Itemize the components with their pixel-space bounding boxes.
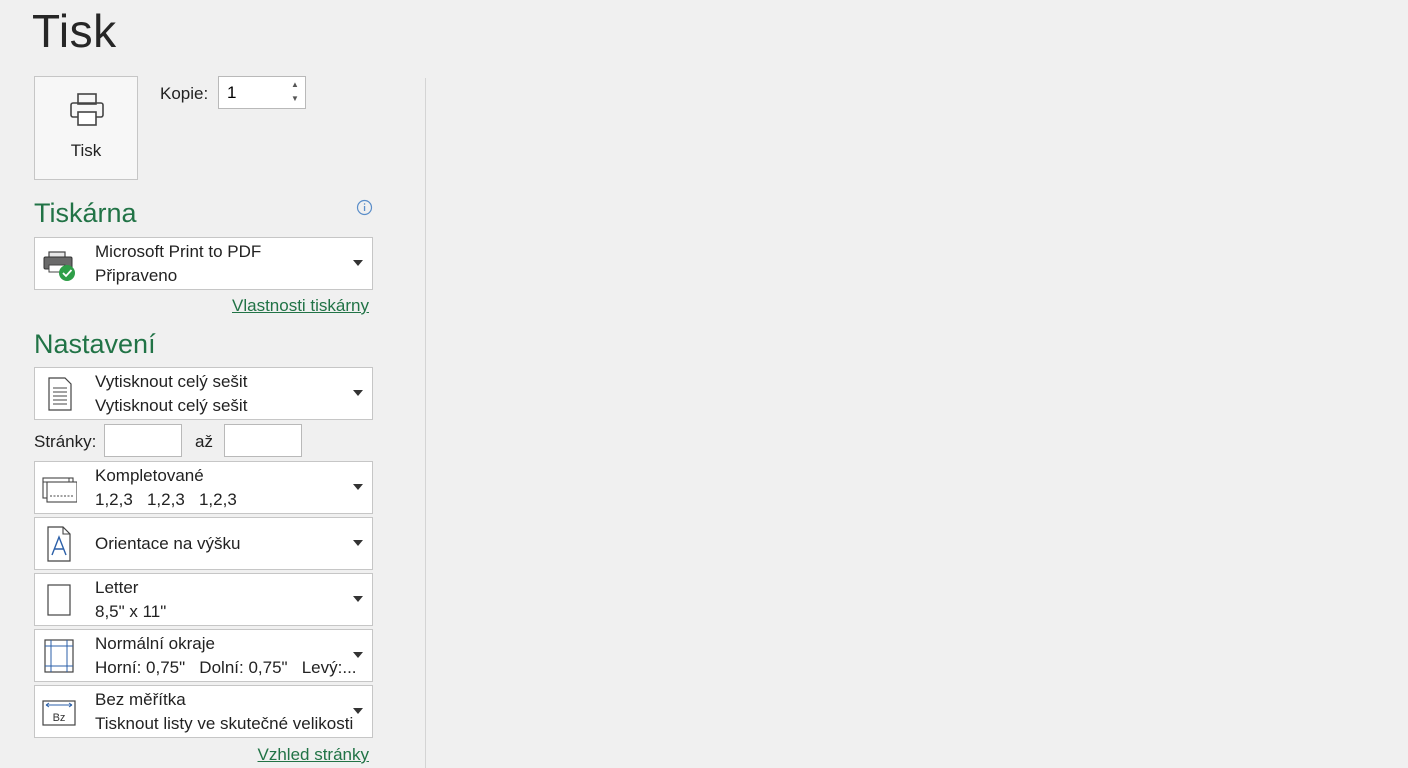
collated-pages-icon [42, 477, 77, 503]
copies-down-arrow-icon[interactable]: ▼ [289, 93, 301, 105]
collation-line2: 1,2,3 1,2,3 1,2,3 [95, 490, 237, 509]
margins-line2: Horní: 0,75" Dolní: 0,75" Levý:... [95, 658, 357, 677]
printer-properties-link[interactable]: Vlastnosti tiskárny [232, 296, 369, 316]
print-what-line1: Vytisknout celý sešit [95, 372, 248, 391]
collation-select[interactable]: Kompletované 1,2,3 1,2,3 1,2,3 [34, 461, 373, 514]
print-what-select[interactable]: Vytisknout celý sešit Vytisknout celý se… [34, 367, 373, 420]
printer-ready-icon [43, 251, 75, 281]
chevron-down-icon [353, 708, 363, 714]
print-backstage: Tisk Tisk Kopie: ▲ ▼ Tiskárna Microsoft … [0, 0, 1408, 768]
document-pages-icon [48, 377, 72, 411]
print-button[interactable]: Tisk [34, 76, 138, 180]
pages-to-input[interactable] [224, 424, 302, 457]
no-scaling-icon: Bz [42, 700, 76, 726]
chevron-down-icon [353, 390, 363, 396]
copies-input[interactable] [219, 77, 285, 108]
printer-name: Microsoft Print to PDF [95, 242, 262, 261]
info-icon[interactable] [356, 199, 373, 216]
settings-heading: Nastavení [34, 329, 156, 359]
print-what-line2: Vytisknout celý sešit [95, 396, 248, 415]
pages-to-label: až [195, 432, 213, 451]
chevron-down-icon [353, 260, 363, 266]
copies-stepper[interactable]: ▲ ▼ [218, 76, 306, 109]
scaling-select[interactable]: Bz Bez měřítka Tisknout listy ve skutečn… [34, 685, 373, 738]
collation-line1: Kompletované [95, 466, 204, 485]
copies-up-arrow-icon[interactable]: ▲ [289, 79, 301, 91]
chevron-down-icon [353, 652, 363, 658]
margins-select[interactable]: Normální okraje Horní: 0,75" Dolní: 0,75… [34, 629, 373, 682]
paper-size-line2: 8,5" x 11" [95, 602, 167, 621]
printer-select[interactable]: Microsoft Print to PDF Připraveno [34, 237, 373, 290]
chevron-down-icon [353, 484, 363, 490]
chevron-down-icon [353, 596, 363, 602]
print-button-label: Tisk [70, 141, 102, 160]
printer-heading: Tiskárna [34, 198, 137, 228]
scaling-line2: Tisknout listy ve skutečné velikosti [95, 714, 354, 733]
portrait-orientation-icon [47, 526, 71, 562]
panel-divider [425, 78, 426, 768]
margins-icon [44, 639, 74, 673]
svg-text:Bz: Bz [53, 712, 66, 724]
page-setup-link[interactable]: Vzhled stránky [258, 745, 370, 765]
scaling-line1: Bez měřítka [95, 690, 186, 709]
page-title: Tisk [32, 5, 117, 57]
printer-status: Připraveno [95, 266, 178, 285]
printer-icon [70, 93, 104, 126]
pages-from-input[interactable] [104, 424, 182, 457]
orientation-select[interactable]: Orientace na výšku [34, 517, 373, 570]
copies-label: Kopie: [160, 84, 209, 103]
paper-size-icon [47, 584, 71, 616]
pages-label: Stránky: [34, 432, 97, 451]
orientation-label: Orientace na výšku [95, 534, 241, 553]
paper-size-line1: Letter [95, 578, 139, 597]
chevron-down-icon [353, 540, 363, 546]
paper-size-select[interactable]: Letter 8,5" x 11" [34, 573, 373, 626]
margins-line1: Normální okraje [95, 634, 215, 653]
